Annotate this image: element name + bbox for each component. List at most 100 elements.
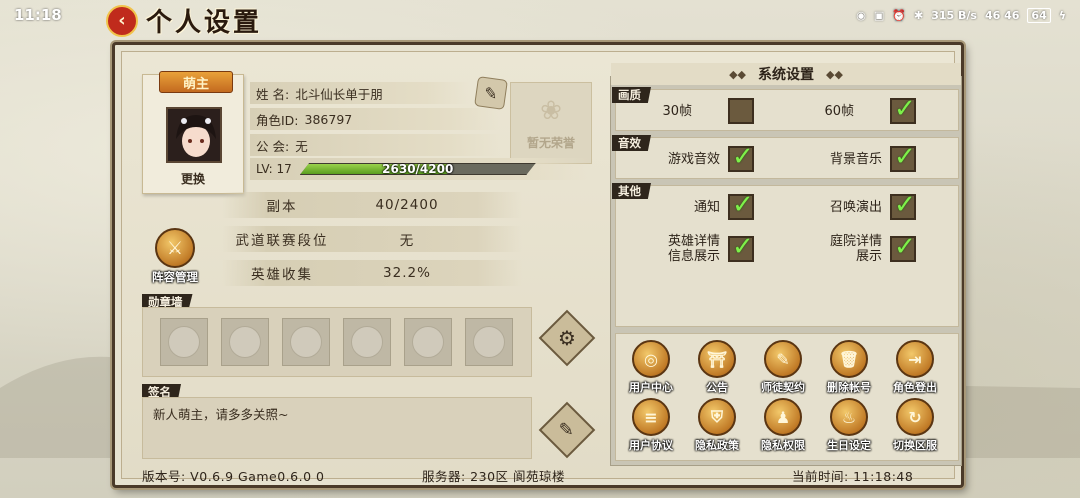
game-sound-option[interactable]: 游戏音效 ✓	[650, 142, 754, 172]
birthday-button[interactable]: ♨ 生日设定	[816, 398, 882, 453]
back-button[interactable]: ‹	[106, 4, 138, 37]
avatar	[166, 107, 222, 163]
medal-slot[interactable]	[465, 318, 513, 366]
gear-icon: ⚙	[558, 326, 576, 350]
hero-detail-checkbox[interactable]: ✓	[728, 232, 754, 262]
user-center-button[interactable]: ◎ 用户中心	[618, 340, 684, 395]
medal-settings-button[interactable]: ⚙	[538, 309, 596, 367]
page-title: 个人设置	[146, 8, 263, 38]
sound-group: 音效 游戏音效 ✓ 背景音乐 ✓	[612, 135, 959, 179]
action-label: 生日设定	[827, 439, 871, 452]
fps60-checkbox[interactable]: ✓	[890, 94, 916, 124]
guild-label: 公 会:	[256, 138, 290, 154]
bg-music-checkbox[interactable]: ✓	[890, 142, 916, 172]
paw-icon: ❀	[540, 95, 562, 126]
game-sound-label: 游戏音效	[667, 151, 720, 167]
honor-label: 暂无荣誉	[526, 135, 575, 150]
switch-server-icon: ↻	[896, 398, 934, 436]
medal-placeholder-icon	[290, 326, 322, 358]
title-bar: ‹ 个人设置	[106, 2, 262, 39]
diamond-icon: ◆◆	[826, 67, 843, 81]
action-label: 角色登出	[893, 381, 937, 394]
announcement-button[interactable]: ⛩ 公告	[684, 340, 750, 395]
signature-box[interactable]: 新人萌主，请多多关照~	[142, 397, 532, 459]
medal-placeholder-icon	[412, 326, 444, 358]
game-sound-checkbox[interactable]: ✓	[728, 142, 754, 172]
bg-music-label: 背景音乐	[829, 151, 882, 167]
other-group: 其他 通知 ✓ 召唤演出 ✓ 英雄详情 信息展示 ✓ 庭院详情 展示 ✓	[612, 183, 959, 327]
hero-detail-option[interactable]: 英雄详情 信息展示 ✓	[650, 232, 754, 264]
action-label: 切换区服	[893, 439, 937, 452]
guild-value: 无	[295, 138, 308, 154]
main-panel: 萌主 更换 姓 名: 北斗仙长单于朋 ✎ 角色ID: 386797 公 会: 无…	[112, 42, 964, 488]
medal-placeholder-icon	[351, 326, 383, 358]
switch-server-button[interactable]: ↻ 切换区服	[882, 398, 948, 453]
medal-placeholder-icon	[229, 326, 261, 358]
xp-text: 2630/4200	[382, 162, 454, 176]
medal-slot[interactable]	[343, 318, 391, 366]
fps30-option[interactable]: 30帧	[652, 98, 754, 124]
notify-option[interactable]: 通知 ✓	[650, 190, 754, 220]
notify-checkbox[interactable]: ✓	[728, 190, 754, 220]
eye-icon: ◉	[856, 8, 866, 22]
medal-slot[interactable]	[282, 318, 330, 366]
shield-icon: ⛨	[698, 398, 736, 436]
name-value: 北斗仙长单于朋	[295, 86, 383, 102]
action-label: 用户协议	[629, 439, 673, 452]
cake-icon: ♨	[830, 398, 868, 436]
name-row: 姓 名: 北斗仙长单于朋	[250, 82, 470, 104]
summon-show-option[interactable]: 召唤演出 ✓	[806, 190, 916, 220]
quality-tag: 画质	[612, 87, 651, 103]
charging-icon: ϟ	[1058, 8, 1066, 22]
yard-detail-option[interactable]: 庭院详情 展示 ✓	[806, 232, 916, 264]
bg-music-option[interactable]: 背景音乐 ✓	[806, 142, 916, 172]
edit-name-button[interactable]: ✎	[474, 76, 508, 110]
change-avatar-button[interactable]: 更换	[143, 170, 243, 187]
user-agreement-button[interactable]: ≡ 用户协议	[618, 398, 684, 453]
network-speed: 315 B/s	[931, 8, 977, 22]
lineup-button[interactable]: ⚔ 阵容管理	[142, 228, 208, 292]
current-time-text: 当前时间: 11:18:48	[792, 469, 914, 484]
fps60-label: 60帧	[824, 103, 854, 119]
action-label: 公告	[706, 381, 728, 394]
hero-detail-line1: 英雄详情	[667, 234, 720, 249]
hero-detail-label: 英雄详情 信息展示	[650, 234, 720, 264]
medal-placeholder-icon	[473, 326, 505, 358]
action-label: 用户中心	[629, 381, 673, 394]
quality-group: 画质 30帧 60帧 ✓	[612, 87, 959, 131]
privacy-permission-button[interactable]: ♟ 隐私权限	[750, 398, 816, 453]
contract-button[interactable]: ✎ 师徒契约	[750, 340, 816, 395]
avatar-card[interactable]: 萌主 更换	[142, 71, 244, 194]
fps30-checkbox[interactable]	[728, 98, 754, 124]
medal-slot[interactable]	[160, 318, 208, 366]
logout-icon: ⇥	[896, 340, 934, 378]
hero-detail-line2: 信息展示	[667, 249, 720, 264]
battery-indicator: 64	[1027, 7, 1051, 23]
signature-text: 新人萌主，请多多关照~	[153, 407, 289, 422]
stat-key: 副本	[266, 199, 298, 215]
fps60-option[interactable]: 60帧 ✓	[814, 94, 916, 124]
medal-slot[interactable]	[404, 318, 452, 366]
logout-button[interactable]: ⇥ 角色登出	[882, 340, 948, 395]
medal-slot[interactable]	[221, 318, 269, 366]
yard-detail-checkbox[interactable]: ✓	[890, 232, 916, 262]
check-icon: ✓	[732, 142, 754, 172]
sound-tag: 音效	[612, 135, 651, 151]
server-text: 服务器: 230区 阆苑琼楼	[422, 469, 566, 484]
diamond-icon: ◆◆	[729, 67, 746, 81]
system-settings-panel: ◆◆ 系统设置 ◆◆ 画质 30帧 60帧 ✓ 音效 游戏音效 ✓ 背景音乐 ✓…	[610, 63, 962, 466]
id-label: 角色ID:	[256, 112, 299, 128]
stat-row-league: 武道联赛段位 无	[222, 226, 522, 252]
check-icon: ✓	[894, 232, 916, 262]
stat-value: 40/2400	[375, 197, 439, 213]
yard-detail-label: 庭院详情 展示	[806, 234, 882, 264]
delete-account-button[interactable]: 🗑 删除帐号	[816, 340, 882, 395]
level-label: LV: 17	[256, 162, 292, 176]
check-icon: ✓	[894, 190, 916, 220]
privacy-policy-button[interactable]: ⛨ 隐私政策	[684, 398, 750, 453]
stat-key: 武道联赛段位	[235, 233, 329, 249]
summon-show-checkbox[interactable]: ✓	[890, 190, 916, 220]
edit-signature-button[interactable]: ✎	[538, 401, 596, 459]
honor-box[interactable]: ❀ 暂无荣誉	[510, 82, 592, 164]
stat-value: 无	[399, 233, 415, 249]
